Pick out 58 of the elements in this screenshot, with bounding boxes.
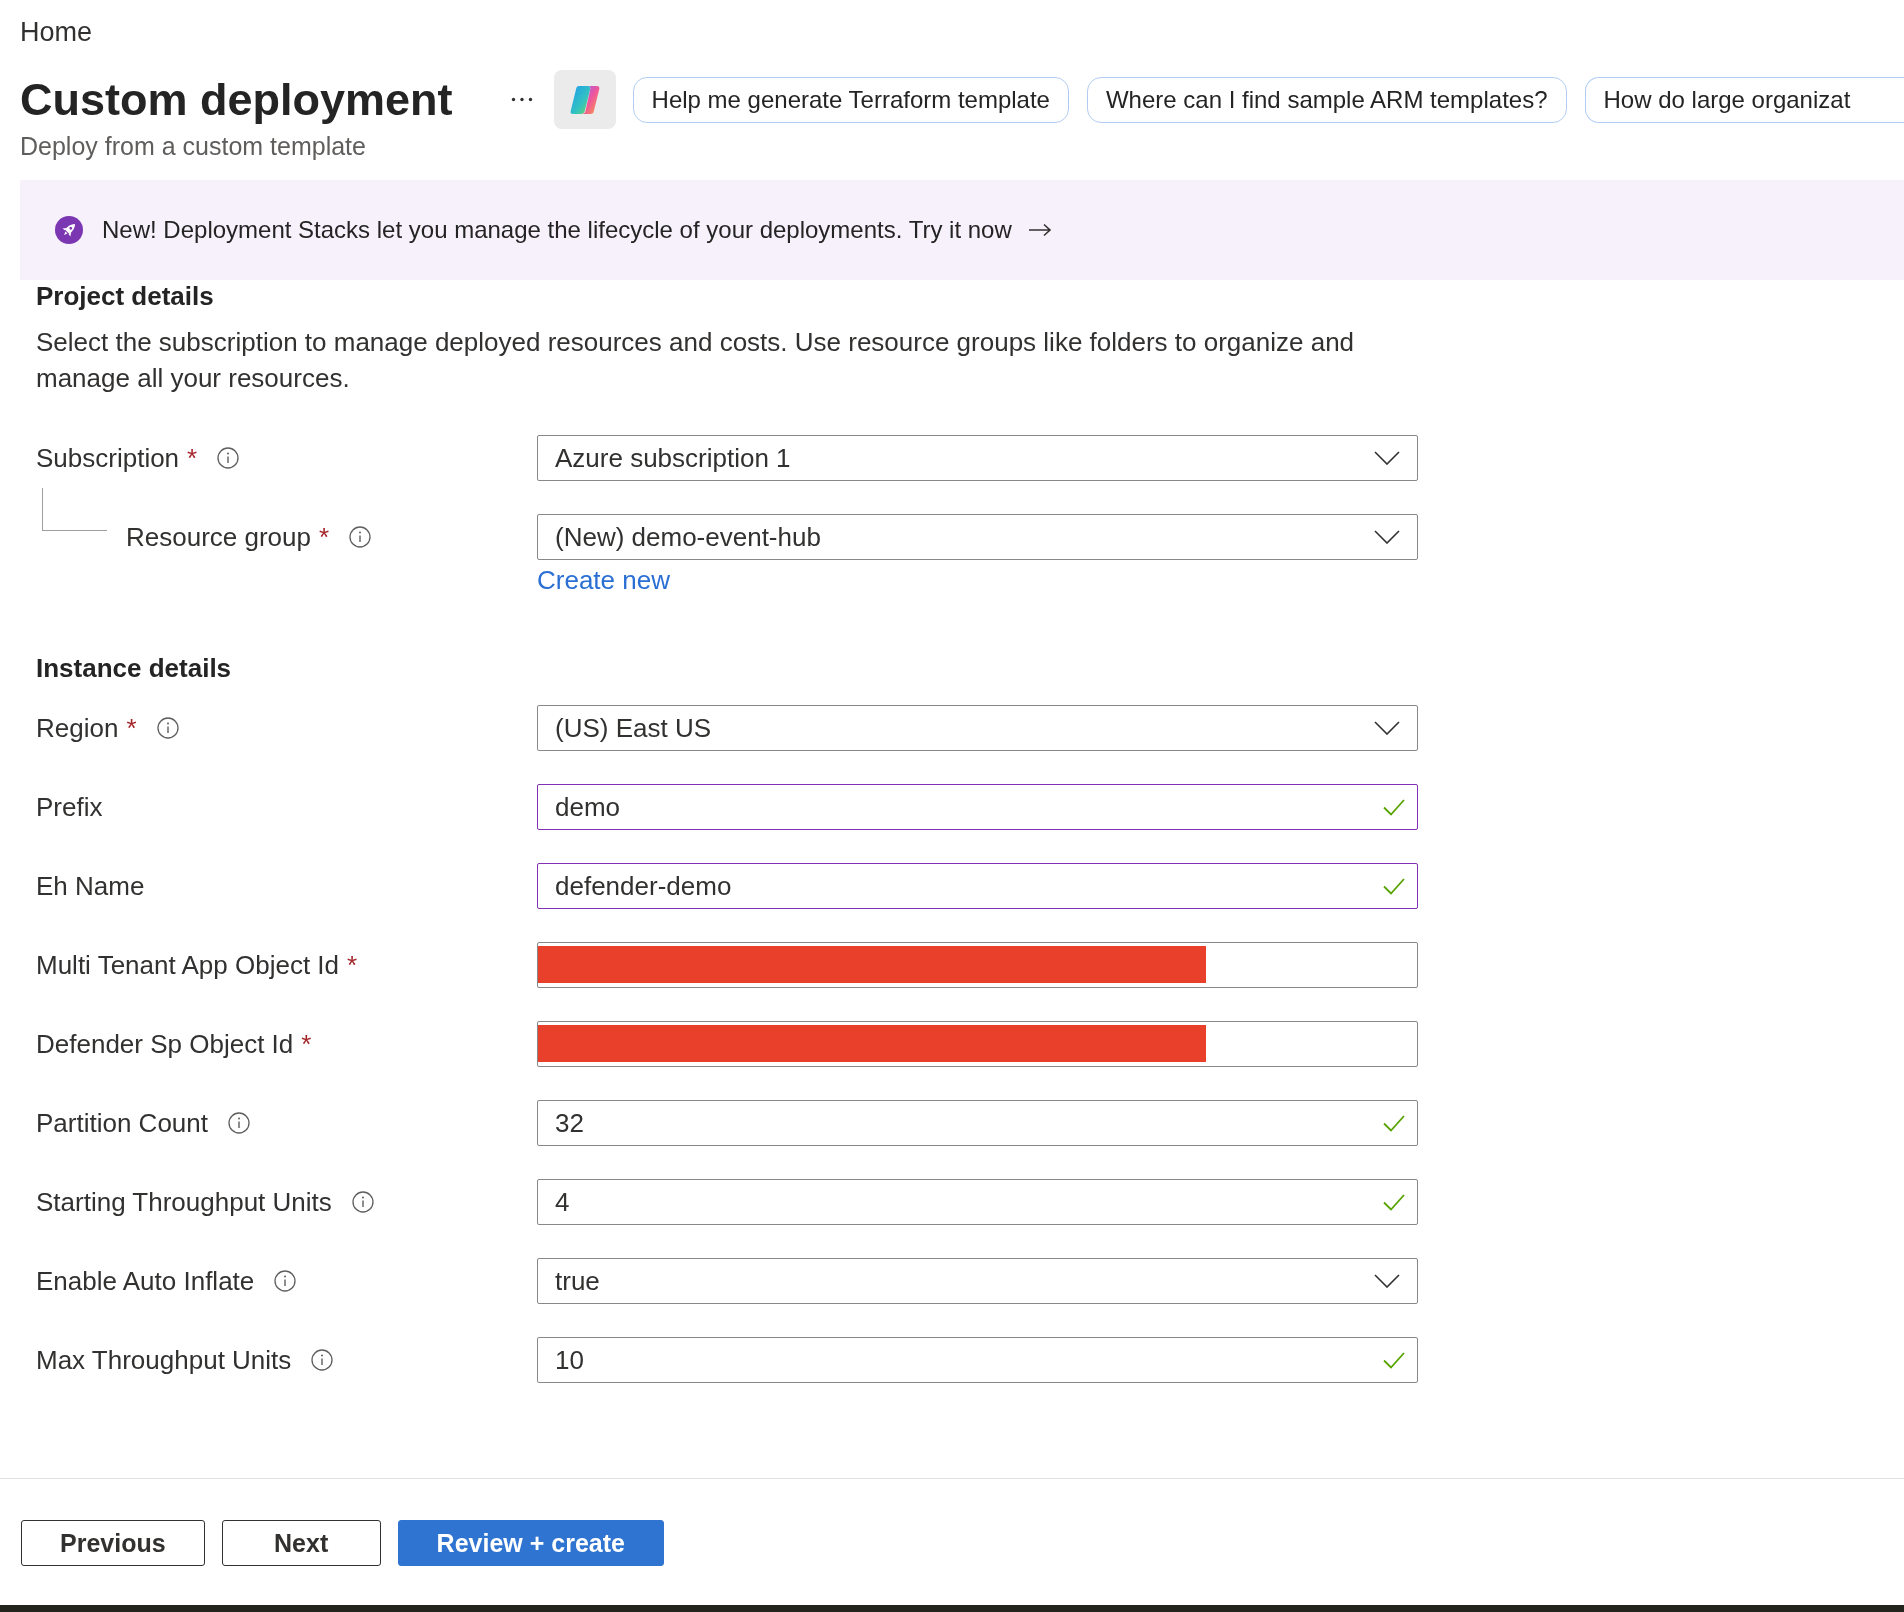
text-input-field[interactable]	[537, 1021, 1418, 1067]
page-title: Custom deployment	[20, 72, 453, 127]
field-label: Defender Sp Object Id	[36, 1029, 294, 1059]
field-label: Prefix	[36, 792, 103, 822]
secondary-button[interactable]: Previous	[21, 1520, 205, 1566]
banner-message[interactable]: New! Deployment Stacks let you manage the lifecycle of your deployments. Try it now	[102, 215, 1012, 245]
required-asterisk: *	[301, 1029, 312, 1059]
dropdown-field[interactable]: Azure subscription 1	[537, 435, 1418, 481]
page-subtitle: Deploy from a custom template	[20, 131, 366, 161]
logo-icon	[568, 84, 601, 115]
info-icon[interactable]	[228, 1112, 250, 1134]
info-icon[interactable]	[349, 526, 372, 548]
field-label: Enable Auto Inflate	[36, 1266, 255, 1296]
field-label: Multi Tenant App Object Id	[36, 950, 340, 980]
tree-connector	[42, 488, 107, 531]
text-input-field[interactable]: demo	[537, 784, 1418, 830]
text-input-field[interactable]: 32	[537, 1100, 1418, 1146]
required-asterisk: *	[126, 713, 137, 743]
field-label: Max Throughput Units	[36, 1345, 292, 1375]
primary-button[interactable]: Review + create	[397, 1520, 664, 1566]
field-label: Partition Count	[36, 1108, 208, 1138]
required-asterisk: *	[347, 950, 358, 980]
required-asterisk: *	[187, 443, 198, 473]
dropdown-field[interactable]: (US) East US	[537, 705, 1418, 751]
dropdown-field[interactable]: true	[537, 1258, 1418, 1304]
text-input-field[interactable]	[537, 942, 1418, 988]
section-description: Select the subscription to manage deployed resources and costs. Use resource groups like folders to organize and manage all your resources.	[36, 326, 1356, 395]
field-label: Resource group	[126, 522, 311, 552]
text-input-field[interactable]: 4	[537, 1179, 1418, 1225]
field-label: Eh Name	[36, 871, 145, 901]
field-label: Subscription	[36, 443, 180, 473]
breadcrumb-link[interactable]: Home	[20, 16, 93, 48]
chevron-down-icon	[1374, 530, 1400, 544]
suggestion-chip[interactable]: Help me generate Terraform template	[632, 76, 1069, 123]
info-icon[interactable]	[311, 1349, 334, 1371]
dropdown-field[interactable]: (New) demo-event-hub	[537, 514, 1418, 560]
text-input-field[interactable]: defender-demo	[537, 863, 1418, 909]
section-heading: Project details	[36, 281, 214, 311]
suggestion-chip[interactable]: How do large organizat	[1584, 76, 1904, 123]
assistant-button[interactable]	[553, 70, 616, 129]
chevron-down-icon	[1374, 721, 1400, 735]
info-icon[interactable]	[156, 717, 179, 739]
section-heading: Instance details	[36, 653, 232, 683]
info-icon[interactable]	[351, 1191, 374, 1213]
field-label: Starting Throughput Units	[36, 1187, 332, 1217]
secondary-button[interactable]: Next	[221, 1520, 381, 1566]
chevron-down-icon	[1374, 1274, 1400, 1288]
chevron-down-icon	[1374, 451, 1400, 465]
suggestion-chip[interactable]: Where can I find sample ARM templates?	[1086, 76, 1567, 123]
info-icon[interactable]	[274, 1270, 297, 1292]
text-input-field[interactable]: 10	[537, 1337, 1418, 1383]
rocket-icon	[55, 216, 83, 244]
field-label: Region	[36, 713, 119, 743]
required-asterisk: *	[319, 522, 330, 552]
create-new-link[interactable]: Create new	[537, 565, 670, 595]
arrow-right-icon	[1027, 223, 1052, 237]
ellipsis-icon	[510, 97, 533, 102]
info-icon[interactable]	[217, 447, 240, 469]
